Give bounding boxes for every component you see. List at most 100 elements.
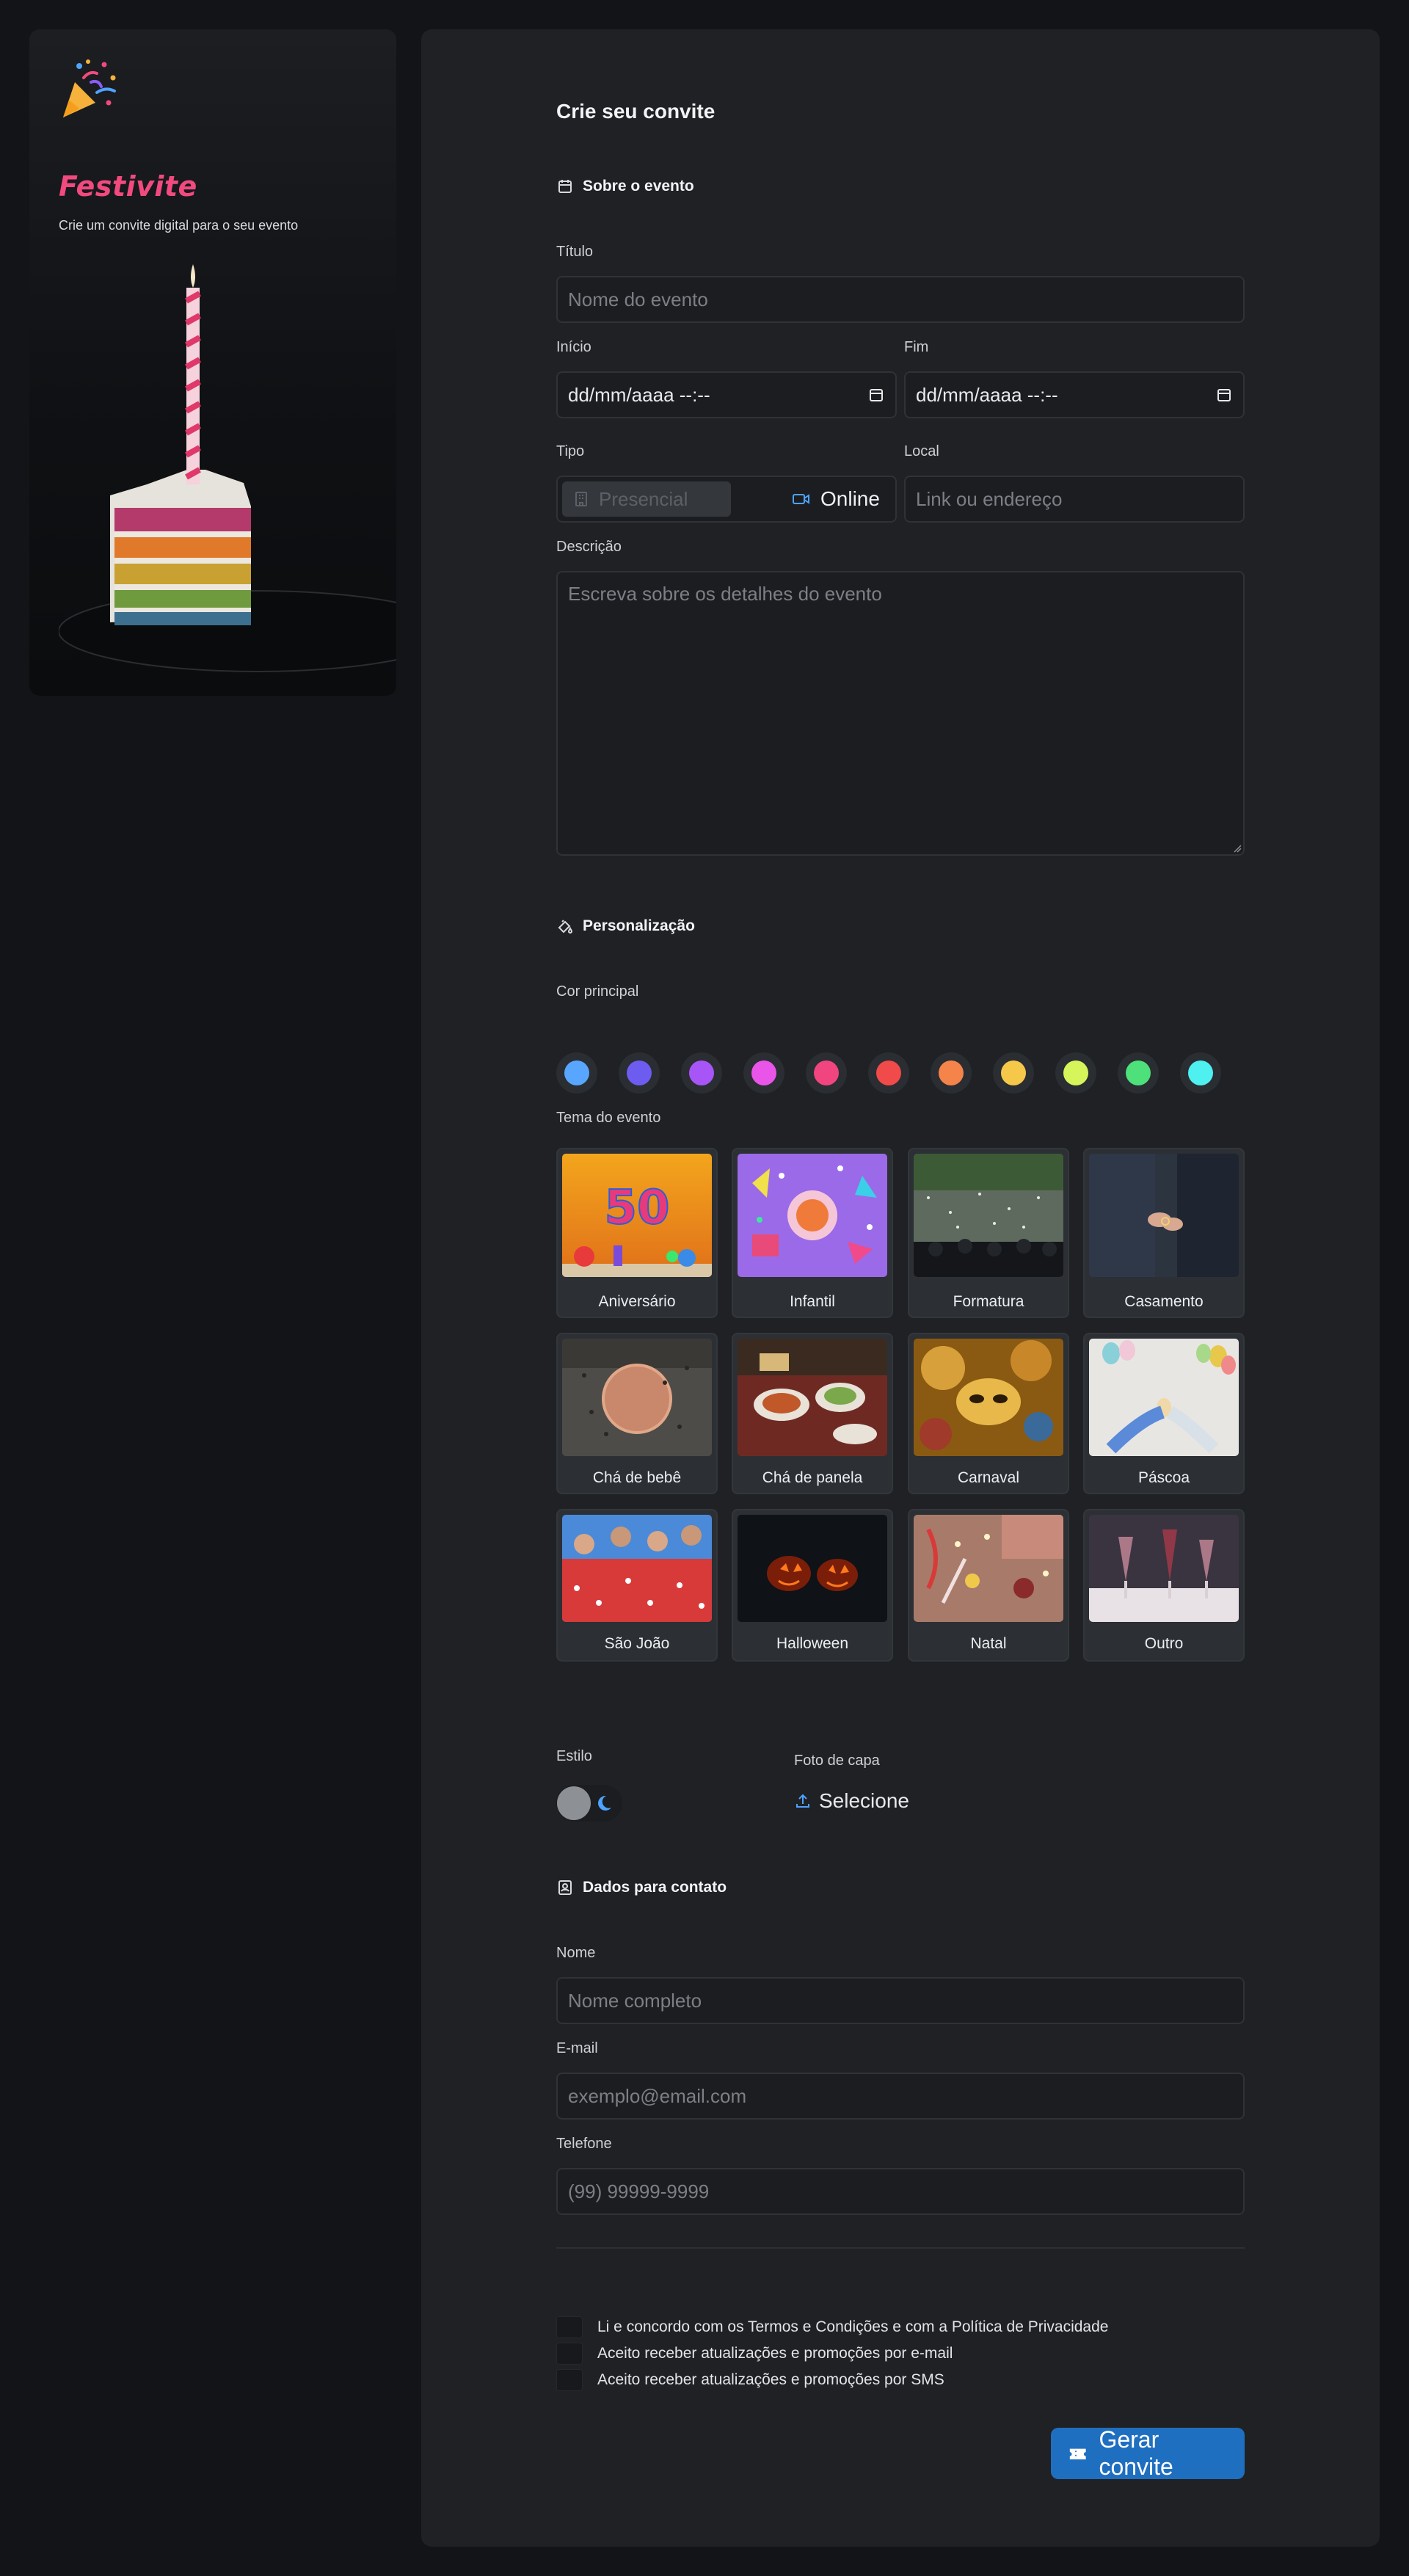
- theme-image-cha-de-bebe: [562, 1339, 712, 1456]
- color-swatch[interactable]: [1118, 1052, 1159, 1094]
- agree-terms-label: Li e concordo com os Termos e Condições …: [597, 2318, 1109, 2335]
- party-popper-icon: [63, 59, 116, 117]
- name-input[interactable]: Nome completo: [556, 1977, 1245, 2024]
- color-swatch[interactable]: [1180, 1052, 1221, 1094]
- email-optin-checkbox[interactable]: [556, 2343, 583, 2365]
- theme-label-aniversario: Aniversário: [598, 1293, 676, 1310]
- calendar-icon: [558, 180, 572, 193]
- theme-image-pascoa: [1089, 1339, 1239, 1456]
- sms-optin-label: Aceito receber atualizações e promoções …: [597, 2371, 944, 2388]
- theme-image-natal: [914, 1515, 1063, 1622]
- theme-card-cha-de-panela[interactable]: Chá de panela: [732, 1333, 893, 1494]
- theme-card-formatura[interactable]: Formatura: [908, 1148, 1069, 1318]
- section-contact: Dados para contato: [556, 1879, 727, 1896]
- color-swatch-dot: [939, 1060, 964, 1085]
- theme-card-halloween[interactable]: Halloween: [732, 1509, 893, 1662]
- email-placeholder: exemplo@email.com: [568, 2084, 747, 2107]
- calendar-picker-icon[interactable]: [869, 388, 884, 402]
- agree-terms-row[interactable]: Li e concordo com os Termos e Condições …: [556, 2316, 1108, 2338]
- theme-card-pascoa[interactable]: Páscoa: [1083, 1333, 1245, 1494]
- theme-card-sao-joao[interactable]: São João: [556, 1509, 718, 1662]
- location-label: Local: [904, 443, 939, 459]
- email-label: E-mail: [556, 2040, 598, 2056]
- phone-placeholder: (99) 99999-9999: [568, 2180, 710, 2202]
- color-swatch-dot: [1001, 1060, 1026, 1085]
- theme-card-casamento[interactable]: Casamento: [1083, 1148, 1245, 1318]
- color-swatch[interactable]: [1055, 1052, 1096, 1094]
- theme-card-outro[interactable]: Outro: [1083, 1509, 1245, 1662]
- event-type-toggle: Presencial Online: [556, 476, 897, 523]
- phone-input[interactable]: (99) 99999-9999: [556, 2168, 1245, 2215]
- generate-invite-label: Gerar convite: [1099, 2426, 1173, 2480]
- color-swatch-dot: [876, 1060, 901, 1085]
- resize-handle-icon[interactable]: [1233, 844, 1242, 853]
- color-swatch[interactable]: [993, 1052, 1034, 1094]
- type-option-online[interactable]: Online: [793, 481, 880, 517]
- type-label: Tipo: [556, 443, 585, 459]
- location-placeholder: Link ou endereço: [916, 487, 1063, 510]
- color-swatch[interactable]: [681, 1052, 722, 1094]
- tagline: Crie um convite digital para o seu event…: [59, 218, 299, 233]
- color-label: Cor principal: [556, 983, 639, 1000]
- theme-label-infantil: Infantil: [790, 1293, 835, 1310]
- color-swatch-dot: [689, 1060, 714, 1085]
- title-input[interactable]: Nome do evento: [556, 276, 1245, 323]
- phone-label: Telefone: [556, 2136, 612, 2152]
- section-about-title: Sobre o evento: [583, 178, 694, 194]
- contact-card-icon: [558, 1880, 572, 1895]
- location-input[interactable]: Link ou endereço: [904, 476, 1245, 523]
- cover-upload-button[interactable]: Selecione: [794, 1789, 909, 1813]
- generate-invite-button[interactable]: Gerar convite: [1051, 2426, 1245, 2480]
- color-swatch[interactable]: [619, 1052, 660, 1094]
- color-swatch[interactable]: [806, 1052, 847, 1094]
- video-camera-icon: [793, 494, 809, 504]
- theme-card-cha-de-bebe[interactable]: Chá de bebê: [556, 1333, 718, 1494]
- description-label: Descrição: [556, 539, 622, 555]
- sms-optin-checkbox[interactable]: [556, 2369, 583, 2391]
- color-swatch-dot: [1126, 1060, 1151, 1085]
- section-about: Sobre o evento: [556, 178, 694, 195]
- theme-label-cha-de-panela: Chá de panela: [762, 1469, 863, 1486]
- name-placeholder: Nome completo: [568, 1989, 702, 2012]
- theme-card-natal[interactable]: Natal: [908, 1509, 1069, 1662]
- description-placeholder: Escreva sobre os detalhes do evento: [568, 583, 882, 605]
- theme-image-formatura: [914, 1154, 1063, 1277]
- theme-image-cha-de-panela: [738, 1339, 887, 1456]
- email-input[interactable]: exemplo@email.com: [556, 2073, 1245, 2120]
- divider: [556, 2247, 1245, 2249]
- email-optin-row[interactable]: Aceito receber atualizações e promoções …: [556, 2343, 953, 2365]
- theme-style-toggle[interactable]: [556, 1785, 622, 1822]
- svg-text:50: 50: [604, 1181, 669, 1235]
- color-swatch[interactable]: [743, 1052, 784, 1094]
- cover-upload-label: Selecione: [819, 1789, 909, 1812]
- theme-label-casamento: Casamento: [1124, 1293, 1204, 1310]
- end-datetime-input[interactable]: dd/mm/aaaa --:--: [904, 371, 1245, 418]
- color-swatch[interactable]: [931, 1052, 972, 1094]
- theme-label-pascoa: Páscoa: [1137, 1469, 1190, 1486]
- theme-label-outro: Outro: [1144, 1635, 1184, 1652]
- calendar-picker-icon[interactable]: [1217, 388, 1231, 402]
- cover-label: Foto de capa: [794, 1753, 880, 1769]
- start-datetime-input[interactable]: dd/mm/aaaa --:--: [556, 371, 897, 418]
- theme-card-carnaval[interactable]: Carnaval: [908, 1333, 1069, 1494]
- theme-image-infantil: [738, 1154, 887, 1277]
- theme-card-aniversario[interactable]: 50 Aniversário: [556, 1148, 718, 1318]
- color-swatch[interactable]: [556, 1052, 597, 1094]
- type-option-presencial[interactable]: Presencial: [562, 481, 731, 517]
- paint-bucket-icon: [558, 920, 573, 934]
- theme-image-aniversario: 50: [562, 1154, 712, 1277]
- color-swatch-dot: [627, 1060, 652, 1085]
- description-textarea[interactable]: Escreva sobre os detalhes do evento: [556, 571, 1245, 856]
- section-contact-title: Dados para contato: [583, 1879, 727, 1896]
- theme-image-halloween: [738, 1515, 887, 1622]
- style-label: Estilo: [556, 1748, 592, 1764]
- theme-label-cha-de-bebe: Chá de bebê: [592, 1469, 682, 1486]
- end-value: dd/mm/aaaa --:--: [916, 383, 1058, 406]
- end-label: Fim: [904, 339, 929, 355]
- sms-optin-row[interactable]: Aceito receber atualizações e promoções …: [556, 2369, 944, 2391]
- theme-card-infantil[interactable]: Infantil: [732, 1148, 893, 1318]
- brand-logo-text: Festivite: [59, 170, 197, 203]
- invite-form-panel: Crie seu convite Sobre o evento Título N…: [421, 29, 1380, 2547]
- color-swatch[interactable]: [868, 1052, 909, 1094]
- agree-terms-checkbox[interactable]: [556, 2316, 583, 2338]
